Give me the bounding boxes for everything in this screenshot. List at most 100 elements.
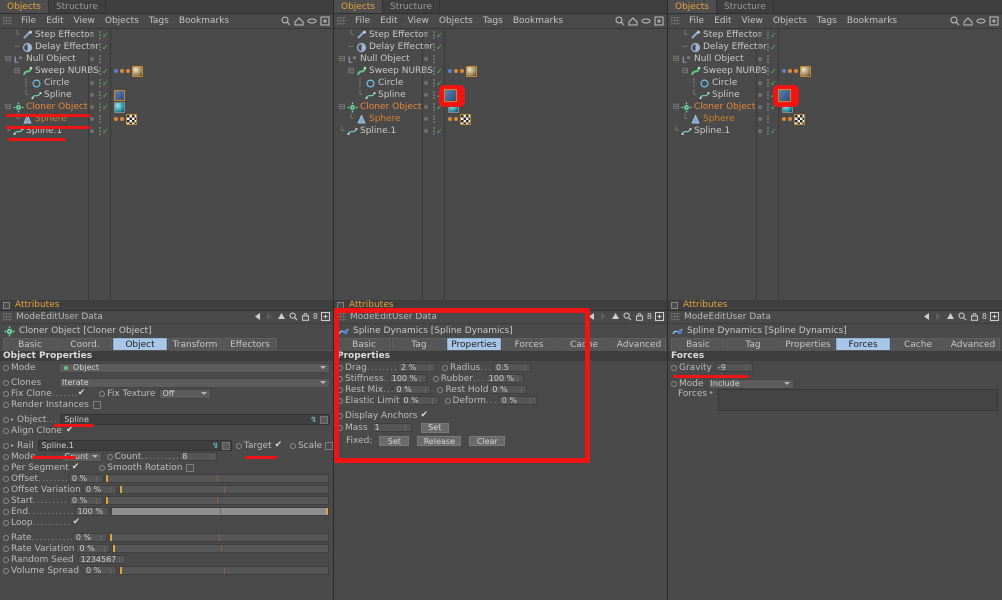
left-tab-transform[interactable]: Transform bbox=[168, 338, 222, 350]
fix-clone-checkbox[interactable]: ✔ bbox=[78, 389, 86, 398]
param-bullet-icon[interactable] bbox=[3, 556, 9, 563]
count-field[interactable]: 8 ⋮ bbox=[179, 452, 218, 461]
object-tree-right[interactable]: └ Step Effector ✓ ─ Delay Effector ✓ ⊟ L° Null O… bbox=[668, 29, 1002, 300]
visibility-dots[interactable] bbox=[758, 55, 769, 63]
tree-row[interactable]: └ Step Effector ✓ bbox=[668, 29, 1002, 41]
tree-row[interactable]: ─ Delay Effector ✓ bbox=[668, 41, 1002, 53]
param-bullet-icon[interactable] bbox=[3, 427, 9, 434]
om-tab-objects[interactable]: Objects bbox=[334, 0, 384, 13]
lock-icon[interactable] bbox=[301, 312, 310, 321]
search-icon[interactable] bbox=[615, 16, 625, 26]
am-tabs-right[interactable]: Basic Tag Properties Forces Cache Advanced bbox=[668, 338, 1002, 350]
material-tag-icon[interactable] bbox=[132, 65, 143, 77]
visibility-dots[interactable] bbox=[90, 31, 101, 39]
om-menu-edit[interactable]: Edit bbox=[709, 15, 736, 27]
om-menu-tags[interactable]: Tags bbox=[144, 15, 174, 27]
param-bullet-icon[interactable] bbox=[3, 379, 9, 386]
offset-variation-slider[interactable] bbox=[118, 485, 329, 494]
param-bullet-icon[interactable] bbox=[289, 442, 296, 449]
tree-row[interactable]: ⊟ L° Null Object bbox=[0, 53, 333, 65]
dot-tag-icon[interactable] bbox=[782, 69, 786, 73]
offset-variation-field[interactable]: 0 % ⋮ bbox=[82, 485, 117, 494]
enable-check-icon[interactable]: ✓ bbox=[770, 67, 777, 76]
ellipse-icon[interactable] bbox=[307, 16, 317, 26]
history-count-icon[interactable]: 8 bbox=[982, 312, 987, 321]
om-menu-view[interactable]: View bbox=[403, 15, 434, 27]
tree-row[interactable]: ─ Delay Effector ✓ bbox=[0, 41, 333, 53]
visibility-dots[interactable] bbox=[758, 127, 769, 135]
tree-row[interactable]: └Spline✓ bbox=[334, 89, 667, 101]
tree-row[interactable]: ⊟ Sweep NURBS ✓ bbox=[0, 65, 333, 77]
visibility-dots[interactable] bbox=[758, 31, 769, 39]
drag-grip-icon[interactable] bbox=[671, 17, 680, 25]
am-menu-userdata[interactable]: User Data bbox=[58, 312, 103, 322]
om-tab-structure[interactable]: Structure bbox=[383, 0, 440, 13]
fix-texture-dropdown[interactable]: Off bbox=[159, 388, 212, 399]
enable-check-icon[interactable]: ✓ bbox=[436, 43, 443, 52]
param-bullet-icon[interactable] bbox=[3, 519, 9, 526]
left-tab-coord[interactable]: Coord. bbox=[58, 338, 112, 350]
tree-row[interactable]: ⊟ Cloner Object ✓ bbox=[334, 101, 667, 113]
om-menu-file[interactable]: File bbox=[350, 15, 375, 27]
enable-check-icon[interactable]: ✓ bbox=[436, 127, 443, 136]
dot-tag-icon[interactable] bbox=[782, 117, 786, 121]
om-menu-objects[interactable]: Objects bbox=[100, 15, 144, 27]
checker-material-tag-icon[interactable] bbox=[794, 113, 805, 125]
smooth-rotation-checkbox[interactable] bbox=[185, 463, 194, 472]
tree-row[interactable]: └ Step Effector ✓ bbox=[0, 29, 333, 41]
visibility-dots[interactable] bbox=[424, 43, 435, 51]
spline-dynamics-tag-icon[interactable] bbox=[114, 89, 125, 101]
visibility-dots[interactable] bbox=[90, 43, 101, 51]
drag-grip-icon[interactable] bbox=[3, 313, 12, 321]
spinner-icon[interactable]: ⋮ bbox=[100, 508, 106, 517]
home-icon[interactable] bbox=[294, 16, 304, 26]
param-bullet-icon[interactable] bbox=[235, 442, 242, 449]
tree-row[interactable]: ⊟ L° Null Object bbox=[668, 53, 1002, 65]
spinner-icon[interactable]: ⋮ bbox=[101, 545, 107, 554]
om-menu-bookmarks[interactable]: Bookmarks bbox=[842, 15, 902, 27]
left-tab-object[interactable]: Object bbox=[113, 338, 167, 350]
visibility-dots[interactable] bbox=[424, 115, 435, 123]
visibility-dots[interactable] bbox=[90, 55, 101, 63]
tree-row[interactable]: │ Circle ✓ bbox=[668, 77, 1002, 89]
visibility-dots[interactable] bbox=[424, 127, 435, 135]
enable-check-icon[interactable]: ✓ bbox=[102, 103, 109, 112]
om-tab-objects[interactable]: Objects bbox=[668, 0, 718, 13]
enable-check-icon[interactable]: ✓ bbox=[102, 127, 109, 136]
forces-dropzone[interactable] bbox=[718, 389, 998, 411]
home-icon[interactable] bbox=[963, 16, 973, 26]
history-count-icon[interactable]: 8 bbox=[647, 312, 652, 321]
offset-slider[interactable] bbox=[104, 474, 329, 483]
om-menu-view[interactable]: View bbox=[69, 15, 100, 27]
object-tree-left[interactable]: └ Step Effector ✓ ─ Delay Effector ✓ ⊟ L° Null O… bbox=[0, 29, 333, 300]
right-tab-advanced[interactable]: Advanced bbox=[946, 338, 1000, 350]
search-icon[interactable] bbox=[289, 312, 298, 321]
enable-check-icon[interactable]: ✓ bbox=[436, 67, 443, 76]
end-field[interactable]: 100 % ⋮ bbox=[74, 507, 109, 517]
back-arrow-icon[interactable] bbox=[253, 312, 262, 321]
om-menu-edit[interactable]: Edit bbox=[41, 15, 68, 27]
om-menu-bookmarks[interactable]: Bookmarks bbox=[508, 15, 568, 27]
random-seed-field[interactable]: 1234567 ⋮ bbox=[77, 555, 126, 565]
visibility-dots[interactable] bbox=[758, 67, 769, 75]
am-menu-edit[interactable]: Edit bbox=[709, 312, 726, 322]
spinner-icon[interactable]: ⋮ bbox=[94, 475, 100, 484]
spinner-icon[interactable]: ⋮ bbox=[117, 556, 123, 565]
dot-tag-icon[interactable] bbox=[126, 69, 130, 73]
dot-tag-icon[interactable] bbox=[788, 117, 792, 121]
tree-row[interactable]: ⊟ Sweep NURBS ✓ bbox=[668, 65, 1002, 77]
dot-tag-icon[interactable] bbox=[448, 69, 452, 73]
render-instances-checkbox[interactable] bbox=[92, 400, 101, 409]
dot-tag-icon[interactable] bbox=[788, 69, 792, 73]
back-arrow-icon[interactable] bbox=[922, 312, 931, 321]
param-bullet-icon[interactable] bbox=[671, 380, 677, 387]
enable-check-icon[interactable]: ✓ bbox=[102, 31, 109, 40]
link-picker-button[interactable] bbox=[221, 442, 230, 450]
start-slider[interactable] bbox=[105, 496, 329, 505]
visibility-dots[interactable] bbox=[758, 103, 769, 111]
forces-mode-dropdown[interactable]: Include bbox=[707, 378, 794, 389]
tree-row[interactable]: └ Spline.1 ✓ bbox=[668, 125, 1002, 137]
mid-tab-advanced[interactable]: Advanced bbox=[612, 338, 666, 350]
am-menu-userdata[interactable]: User Data bbox=[726, 312, 771, 322]
visibility-dots[interactable] bbox=[424, 103, 435, 111]
